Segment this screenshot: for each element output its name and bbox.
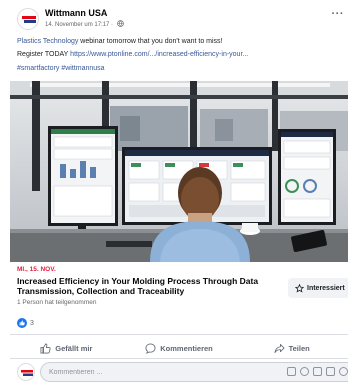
- comment-label: Kommentieren: [160, 343, 213, 353]
- mention-link[interactable]: Plastics Technology: [17, 38, 78, 45]
- interested-label: Interessiert: [307, 284, 345, 292]
- divider: [10, 334, 348, 335]
- like-reaction-icon: [17, 318, 27, 328]
- webinar-url-link[interactable]: https://www.ptonline.com/.../increased-e…: [70, 51, 248, 58]
- divider: [10, 358, 348, 359]
- event-photo[interactable]: [10, 81, 348, 262]
- star-icon: [295, 283, 304, 293]
- share-label: Teilen: [288, 343, 310, 353]
- page-name[interactable]: Wittmann USA: [45, 8, 107, 18]
- wittmann-logo-icon: [21, 370, 33, 376]
- reaction-count: 3: [30, 319, 34, 327]
- more-icon[interactable]: ···: [332, 8, 345, 20]
- interested-button[interactable]: Interessiert: [288, 278, 348, 298]
- page-avatar[interactable]: [17, 8, 39, 30]
- reaction-summary[interactable]: 3: [17, 317, 34, 329]
- like-button[interactable]: Gefällt mir: [10, 338, 123, 358]
- comment-bubble-icon: [145, 343, 156, 354]
- event-date: MI., 15. NOV.: [17, 266, 56, 273]
- wittmann-logo-icon: [22, 16, 36, 23]
- event-title[interactable]: Increased Efficiency in Your Molding Pro…: [17, 276, 287, 296]
- emoji-icon[interactable]: [300, 367, 309, 376]
- gif-icon[interactable]: [326, 367, 335, 376]
- sticker-alt-icon[interactable]: [339, 367, 348, 376]
- event-attendance[interactable]: 1 Person hat teilgenommen: [17, 299, 97, 306]
- post-text-rest: webinar tomorrow that you don't want to …: [78, 38, 223, 45]
- globe-icon: [116, 20, 124, 27]
- post-header: Wittmann USA 14. November um 17:17 · ···: [17, 8, 348, 30]
- comment-input[interactable]: [49, 363, 249, 381]
- hashtags[interactable]: #smartfactory #wittmannusa: [17, 65, 105, 72]
- camera-icon[interactable]: [313, 367, 322, 376]
- post-actions: Gefällt mir Kommentieren Teilen: [10, 338, 348, 358]
- share-arrow-icon: [274, 343, 285, 353]
- commenter-avatar[interactable]: [17, 363, 35, 381]
- register-text: Register TODAY: [17, 51, 71, 58]
- sticker-icon[interactable]: [287, 367, 296, 376]
- comment-box: [40, 362, 348, 382]
- thumbs-up-icon: [40, 343, 51, 353]
- comment-button[interactable]: Kommentieren: [123, 338, 236, 358]
- post-meta: 14. November um 17:17 ·: [45, 20, 124, 28]
- post-text-line-1: Plastics Technology webinar tomorrow tha…: [17, 38, 222, 45]
- like-label: Gefällt mir: [55, 343, 93, 353]
- share-button[interactable]: Teilen: [235, 338, 348, 358]
- facebook-post: Wittmann USA 14. November um 17:17 · ···…: [0, 0, 348, 385]
- factory-scene-illustration: [10, 81, 348, 262]
- post-text-line-2: Register TODAY https://www.ptonline.com/…: [17, 51, 248, 58]
- comment-tools: [287, 367, 348, 376]
- post-timestamp[interactable]: 14. November um 17:17 ·: [45, 22, 113, 28]
